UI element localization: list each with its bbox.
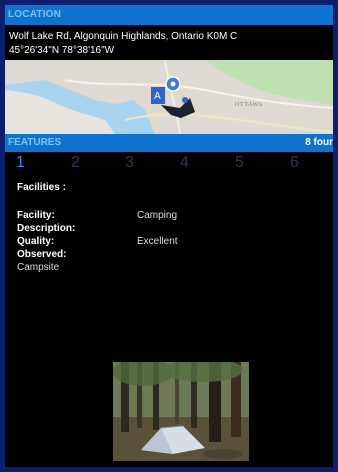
page-tab-2[interactable]: 2: [71, 154, 80, 172]
location-block: Wolf Lake Rd, Algonquin Highlands, Ontar…: [5, 25, 333, 60]
campsite-photo-graphic: [113, 362, 249, 461]
features-header: FEATURES 8 four: [5, 134, 333, 152]
feature-details: Facilities : Facility: Camping Descripti…: [5, 182, 333, 274]
observed-key: Observed:: [17, 249, 67, 260]
page-tab-6[interactable]: 6: [290, 154, 299, 172]
page-tab-5[interactable]: 5: [235, 154, 244, 172]
location-header: LOCATION: [5, 5, 333, 25]
description-key: Description:: [17, 223, 76, 234]
quality-value: Excellent: [137, 236, 178, 247]
app-frame: LOCATION Wolf Lake Rd, Algonquin Highlan…: [5, 5, 333, 467]
page-tab-1[interactable]: 1: [16, 154, 25, 172]
facility-value: Camping: [137, 210, 178, 221]
description-row: Description:: [17, 222, 333, 235]
map-graphic: A: [5, 60, 333, 134]
address-text: Wolf Lake Rd, Algonquin Highlands, Ontar…: [9, 31, 238, 42]
facilities-label: Facilities :: [17, 182, 66, 193]
facility-key: Facility:: [17, 210, 55, 221]
facility-row: Facility: Camping: [17, 209, 333, 222]
coordinates-text: 45°26'34"N 78°38'16"W: [9, 45, 115, 56]
feature-pager: 1 2 3 4 5 6: [5, 152, 333, 180]
features-count: 8 four: [305, 137, 333, 148]
observed-value: Campsite: [17, 262, 60, 273]
features-title: FEATURES: [8, 137, 62, 148]
quality-row: Quality: Excellent: [17, 235, 333, 248]
page-tab-3[interactable]: 3: [125, 154, 134, 172]
observed-value-row: Campsite: [17, 261, 333, 274]
quality-key: Quality:: [17, 236, 55, 247]
map-city-label: OTTAWA: [235, 102, 263, 108]
page-tab-4[interactable]: 4: [180, 154, 189, 172]
location-map[interactable]: A OTTAWA: [5, 60, 333, 134]
observed-row: Observed:: [17, 248, 333, 261]
campsite-photo[interactable]: [113, 362, 249, 461]
svg-text:A: A: [154, 91, 161, 102]
